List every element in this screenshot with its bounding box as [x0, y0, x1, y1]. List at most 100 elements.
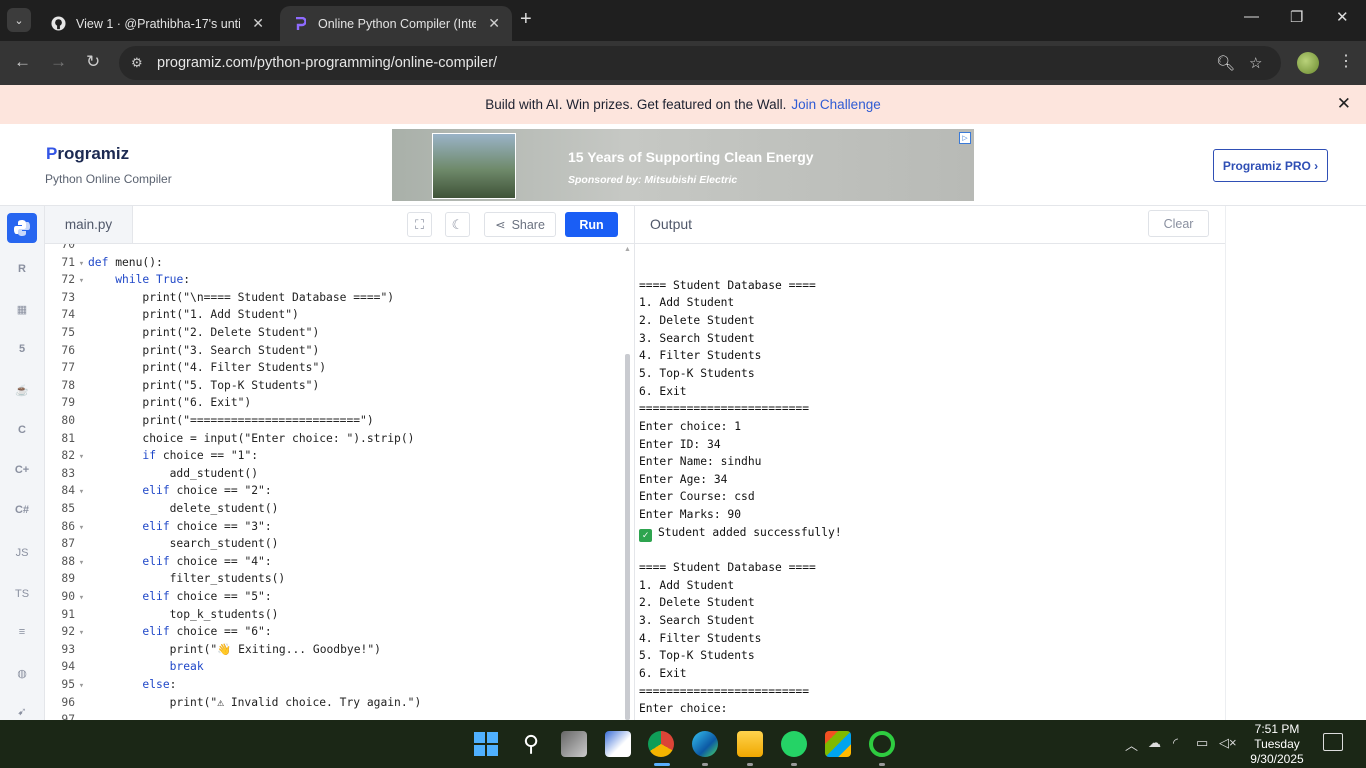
code-editor[interactable]: 70 71 ▾ def menu(): 72 ▾ while True: 73 print(… [45, 244, 634, 720]
system-clock[interactable]: 7:51 PM Tuesday 9/30/2025 [1242, 722, 1312, 767]
notification-icon[interactable] [1323, 733, 1343, 751]
code-line[interactable]: 72 ▾ while True: [45, 273, 190, 291]
code-line[interactable]: 82 ▾ if choice == "1": [45, 449, 258, 467]
widgets-icon[interactable] [605, 731, 631, 757]
forward-icon[interactable]: → [50, 52, 67, 72]
fold-arrow-icon[interactable]: ▾ [75, 558, 88, 568]
java-language-icon[interactable]: ☕ [7, 375, 37, 405]
tray-overflow-icon[interactable]: ︿ [1125, 735, 1138, 754]
code-line[interactable]: 89 filter_students() [45, 572, 285, 590]
code-line[interactable]: 93 print("👋 Exiting... Goodbye!") [45, 643, 381, 661]
share-button[interactable]: ⋖ Share [484, 212, 556, 237]
code-line[interactable]: 74 print("1. Add Student") [45, 308, 298, 326]
file-tab-main-py[interactable]: main.py [45, 206, 133, 243]
cpp-language-icon[interactable]: C+ [7, 455, 37, 485]
fold-arrow-icon[interactable]: ▾ [75, 452, 88, 462]
onedrive-icon[interactable]: ☁ [1148, 735, 1161, 751]
code-line[interactable]: 79 print("6. Exit") [45, 396, 251, 414]
go-language-icon[interactable]: ≡ [7, 617, 37, 647]
close-window-icon[interactable]: ✕ [1336, 8, 1349, 26]
programiz-logo[interactable]: Programiz [46, 144, 129, 164]
adchoices-icon[interactable]: ▷ [959, 132, 971, 144]
fold-arrow-icon[interactable]: ▾ [75, 523, 88, 533]
code-line[interactable]: 76 print("3. Search Student") [45, 344, 319, 362]
code-line[interactable]: 71 ▾ def menu(): [45, 256, 162, 274]
close-tab-icon[interactable]: ✕ [488, 15, 500, 32]
code-line[interactable]: 83 add_student() [45, 467, 258, 485]
csharp-language-icon[interactable]: C# [7, 495, 37, 525]
editor-scrollbar[interactable] [625, 354, 630, 720]
bookmark-star-icon[interactable]: ☆ [1249, 54, 1262, 72]
clear-button[interactable]: Clear [1148, 210, 1209, 237]
dark-mode-icon[interactable]: ☾ [445, 212, 470, 237]
advertisement-banner[interactable]: 15 Years of Supporting Clean Energy Spon… [392, 129, 974, 201]
close-tab-icon[interactable]: ✕ [252, 15, 264, 32]
code-line[interactable]: 87 search_student() [45, 537, 278, 555]
code-line[interactable]: 80 print("=========================") [45, 414, 373, 432]
scroll-up-arrow-icon[interactable]: ▲ [624, 246, 631, 253]
code-line[interactable]: 78 print("5. Top-K Students") [45, 379, 319, 397]
code-line[interactable]: 88 ▾ elif choice == "4": [45, 555, 271, 573]
code-line[interactable]: 77 print("4. Filter Students") [45, 361, 326, 379]
code-line[interactable]: 86 ▾ elif choice == "3": [45, 520, 271, 538]
new-tab-icon[interactable]: + [520, 8, 532, 31]
close-banner-icon[interactable]: ✕ [1337, 94, 1351, 114]
fold-arrow-icon[interactable]: ▾ [75, 628, 88, 638]
code-line[interactable]: 85 delete_student() [45, 502, 278, 520]
back-icon[interactable]: ← [14, 52, 31, 72]
minimize-icon[interactable]: — [1244, 8, 1259, 25]
fullscreen-icon[interactable]: ⛶ [407, 212, 432, 237]
code-line[interactable]: 90 ▾ elif choice == "5": [45, 590, 271, 608]
whatsapp-icon[interactable] [781, 731, 807, 757]
javascript-language-icon[interactable]: JS [7, 538, 37, 568]
browser-tab-programiz[interactable]: Online Python Compiler (Interp ✕ [280, 6, 512, 41]
php-language-icon[interactable]: ◍ [7, 658, 37, 688]
output-console[interactable]: ==== Student Database ==== 1. Add Student… [634, 244, 1225, 720]
code-line[interactable]: 94 break [45, 660, 203, 678]
address-bar[interactable]: ⚙ programiz.com/python-programming/onlin… [119, 46, 1281, 80]
site-info-icon[interactable]: ⚙ [131, 55, 143, 71]
sql-language-icon[interactable]: ▦ [7, 294, 37, 324]
edge-icon[interactable] [692, 731, 718, 757]
r-language-icon[interactable]: R [7, 254, 37, 284]
c-language-icon[interactable]: C [7, 415, 37, 445]
fold-arrow-icon[interactable]: ▾ [75, 259, 88, 269]
restore-icon[interactable]: ❐ [1290, 8, 1303, 26]
code-line[interactable]: 97 [45, 713, 88, 720]
reload-icon[interactable]: ↻ [86, 52, 100, 72]
browser-menu-icon[interactable]: ⋮ [1338, 51, 1354, 71]
typescript-language-icon[interactable]: TS [7, 579, 37, 609]
battery-icon[interactable]: ▭ [1196, 735, 1208, 751]
join-challenge-link[interactable]: Join Challenge [791, 97, 880, 112]
app-icon-green-ring[interactable] [869, 731, 895, 757]
programiz-pro-button[interactable]: Programiz PRO › [1213, 149, 1328, 182]
file-explorer-icon[interactable] [737, 731, 763, 757]
url-text[interactable]: programiz.com/python-programming/online-… [157, 55, 497, 71]
python-language-icon[interactable] [7, 213, 37, 243]
code-line[interactable]: 95 ▾ else: [45, 678, 176, 696]
profile-avatar[interactable] [1297, 52, 1319, 74]
zoom-icon[interactable]: 🔍︎ [1216, 54, 1235, 72]
code-line[interactable]: 84 ▾ elif choice == "2": [45, 484, 271, 502]
code-line[interactable]: 81 choice = input("Enter choice: ").stri… [45, 432, 414, 450]
browser-tab-github[interactable]: View 1 · @Prathibha-17's untitle ✕ [38, 6, 276, 41]
search-icon[interactable]: ⚲ [518, 731, 544, 757]
windows-start-icon[interactable] [473, 731, 499, 757]
fold-arrow-icon[interactable]: ▾ [75, 276, 88, 286]
volume-muted-icon[interactable]: ◁× [1219, 735, 1237, 751]
task-view-icon[interactable] [561, 731, 587, 757]
code-line[interactable]: 75 print("2. Delete Student") [45, 326, 319, 344]
code-line[interactable]: 92 ▾ elif choice == "6": [45, 625, 271, 643]
code-line[interactable]: 91 top_k_students() [45, 608, 278, 626]
fold-arrow-icon[interactable]: ▾ [75, 681, 88, 691]
microsoft-store-icon[interactable] [825, 731, 851, 757]
code-line[interactable]: 96 print("⚠ Invalid choice. Try again.") [45, 696, 421, 714]
code-line[interactable]: 70 [45, 244, 88, 256]
tab-search-chevron-icon[interactable]: ⌄ [7, 8, 31, 32]
run-button[interactable]: Run [565, 212, 618, 237]
code-line[interactable]: 73 print("\n==== Student Database ====") [45, 291, 394, 309]
fold-arrow-icon[interactable]: ▾ [75, 487, 88, 497]
fold-arrow-icon[interactable]: ▾ [75, 593, 88, 603]
wifi-icon[interactable]: ◜ [1173, 735, 1178, 751]
html-language-icon[interactable]: 5 [7, 334, 37, 364]
